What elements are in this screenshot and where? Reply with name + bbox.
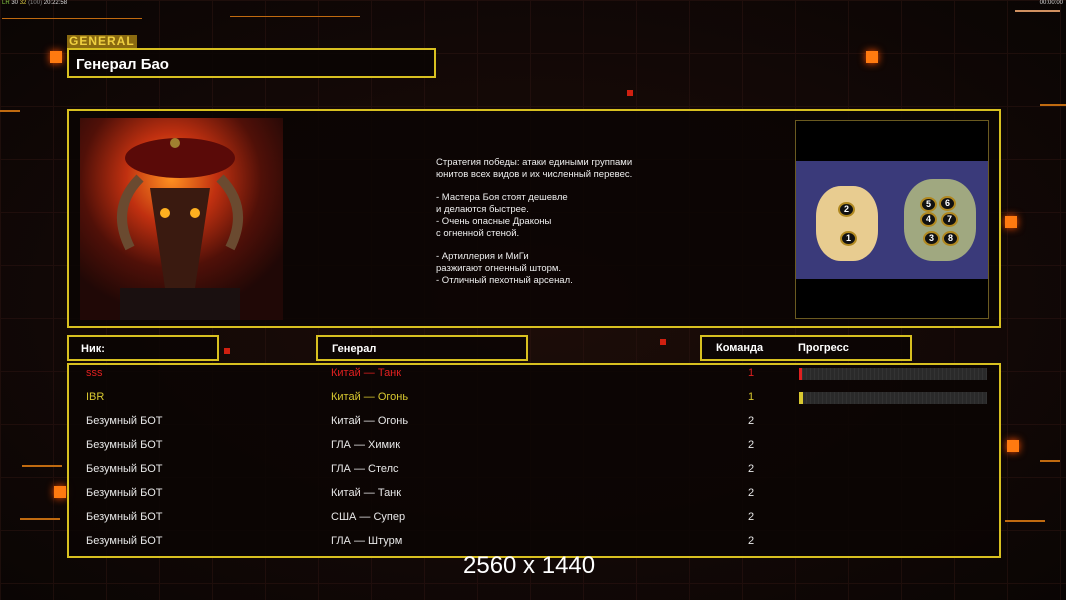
player-general: Китай — Танк bbox=[331, 487, 402, 499]
player-general: Китай — Огонь bbox=[331, 391, 409, 403]
player-row[interactable]: IBR Китай — Огонь 1 bbox=[86, 391, 991, 411]
player-team: 2 bbox=[747, 415, 755, 427]
player-general: США — Супер bbox=[331, 511, 406, 523]
general-title: Генерал Бао bbox=[67, 48, 436, 78]
resolution-label: 2560 x 1440 bbox=[463, 552, 596, 579]
header-team-progress: Команда Прогресс bbox=[700, 335, 912, 361]
portrait-image bbox=[117, 138, 243, 320]
decor-square bbox=[54, 486, 66, 498]
decor-square bbox=[627, 90, 633, 96]
progress-fill bbox=[799, 368, 802, 380]
decor-line bbox=[1005, 520, 1045, 522]
progress-bar bbox=[799, 368, 987, 380]
player-row[interactable]: Безумный БОТ Китай — Огонь 2 bbox=[86, 415, 991, 435]
player-team: 1 bbox=[747, 391, 755, 403]
game-timer: 00:00:00 bbox=[1039, 0, 1063, 6]
player-row[interactable]: sss Китай — Танк 1 bbox=[86, 367, 991, 387]
map-sea: 2 1 5 6 4 7 3 8 bbox=[796, 161, 988, 279]
player-nick: Безумный БОТ bbox=[86, 535, 163, 547]
decor-square bbox=[660, 339, 666, 345]
progress-fill bbox=[799, 392, 803, 404]
status-d: (100) bbox=[28, 0, 43, 6]
start-position-4: 4 bbox=[920, 212, 937, 227]
start-position-2: 2 bbox=[838, 202, 855, 217]
player-row[interactable]: Безумный БОТ США — Супер 2 bbox=[86, 511, 991, 531]
player-team: 1 bbox=[747, 367, 755, 379]
general-description: Стратегия победы: атаки едиными группами… bbox=[436, 157, 633, 286]
progress-bar bbox=[799, 392, 987, 404]
decor-line bbox=[0, 110, 20, 112]
header-progress: Прогресс bbox=[798, 342, 849, 354]
status-b: 30 bbox=[11, 0, 19, 6]
decor-square bbox=[224, 348, 230, 354]
player-general: Китай — Танк bbox=[331, 367, 402, 379]
header-general: Генерал bbox=[316, 335, 528, 361]
decor-line bbox=[22, 465, 62, 467]
decor-line bbox=[230, 16, 360, 17]
general-tag: GENERAL bbox=[67, 35, 137, 48]
start-position-3: 3 bbox=[923, 231, 940, 246]
player-nick: IBR bbox=[86, 391, 105, 403]
decor-square bbox=[1007, 440, 1019, 452]
start-position-5: 5 bbox=[920, 197, 937, 212]
player-row[interactable]: Безумный БОТ Китай — Танк 2 bbox=[86, 487, 991, 507]
map-island-east bbox=[904, 179, 976, 261]
start-position-6: 6 bbox=[939, 196, 956, 211]
decor-square bbox=[866, 51, 878, 63]
header-nick: Ник: bbox=[67, 335, 219, 361]
player-general: Китай — Огонь bbox=[331, 415, 409, 427]
decor-line bbox=[20, 518, 60, 520]
player-row[interactable]: Безумный БОТ ГЛА — Стелс 2 bbox=[86, 463, 991, 483]
player-general: ГЛА — Стелс bbox=[331, 463, 399, 475]
start-position-8: 8 bbox=[942, 231, 959, 246]
decor-line bbox=[1040, 460, 1060, 462]
player-general: ГЛА — Штурм bbox=[331, 535, 403, 547]
player-team: 2 bbox=[747, 487, 755, 499]
status-a: LR bbox=[2, 0, 10, 6]
player-nick: Безумный БОТ bbox=[86, 463, 163, 475]
player-row[interactable]: Безумный БОТ ГЛА — Химик 2 bbox=[86, 439, 991, 459]
start-position-7: 7 bbox=[941, 212, 958, 227]
player-general: ГЛА — Химик bbox=[331, 439, 401, 451]
player-team: 2 bbox=[747, 535, 755, 547]
player-nick: Безумный БОТ bbox=[86, 415, 163, 427]
player-nick: sss bbox=[86, 367, 103, 379]
start-position-1: 1 bbox=[840, 231, 857, 246]
decor-square bbox=[50, 51, 62, 63]
player-team: 2 bbox=[747, 463, 755, 475]
player-team: 2 bbox=[747, 439, 755, 451]
general-portrait bbox=[80, 118, 283, 320]
map-island-west bbox=[816, 186, 878, 261]
status-info: LR 30 32 (100) 20:22:58 bbox=[2, 0, 67, 6]
player-nick: Безумный БОТ bbox=[86, 511, 163, 523]
decor-line bbox=[1040, 104, 1066, 106]
player-nick: Безумный БОТ bbox=[86, 439, 163, 451]
status-c: 32 bbox=[19, 0, 27, 6]
decor-line bbox=[2, 18, 142, 19]
header-team: Команда bbox=[716, 342, 764, 354]
player-team: 2 bbox=[747, 511, 755, 523]
decor-line bbox=[1015, 10, 1060, 12]
map-preview[interactable]: 2 1 5 6 4 7 3 8 bbox=[795, 120, 989, 319]
clock-time: 20:22:58 bbox=[43, 0, 68, 6]
player-nick: Безумный БОТ bbox=[86, 487, 163, 499]
decor-square bbox=[1005, 216, 1017, 228]
